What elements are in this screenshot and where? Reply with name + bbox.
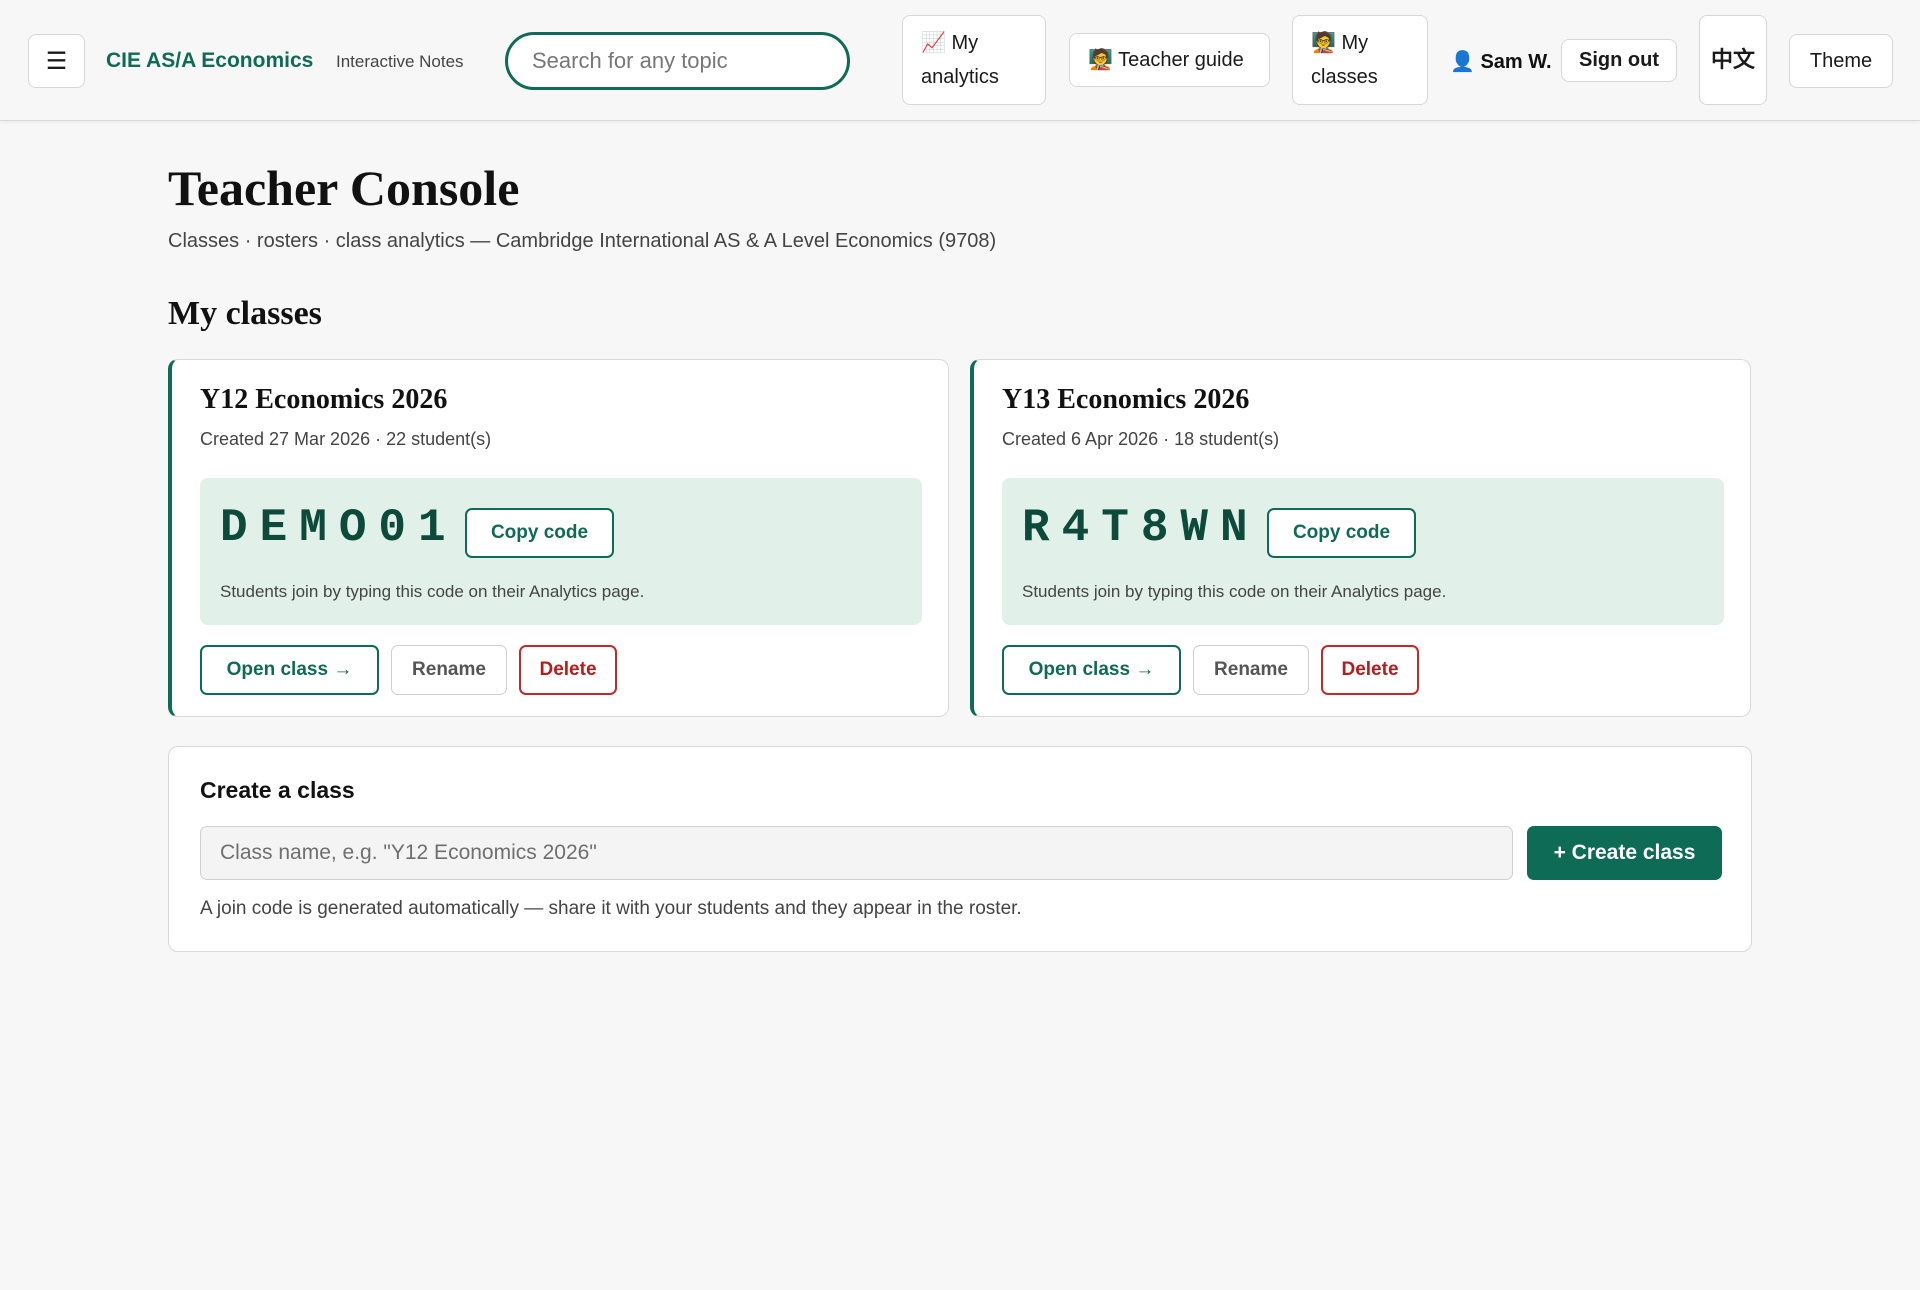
join-code-hint: Students join by typing this code on the…	[1022, 582, 1447, 601]
class-card: Y13 Economics 2026 Created 6 Apr 2026 · …	[970, 359, 1751, 717]
open-class-button[interactable]: Open class →	[1002, 645, 1181, 695]
join-code: DEMO01	[220, 502, 458, 554]
language-toggle-button[interactable]: 中文	[1699, 15, 1767, 105]
teacher-guide-button[interactable]: 🧑‍🏫 Teacher guide	[1069, 33, 1270, 87]
class-name: Y12 Economics 2026	[200, 384, 448, 415]
open-class-button[interactable]: Open class →	[200, 645, 379, 695]
rename-button[interactable]: Rename	[391, 645, 507, 695]
copy-code-button[interactable]: Copy code	[465, 508, 614, 558]
top-navigation-bar: ☰ CIE AS/A Economics Interactive Notes 📈…	[0, 0, 1920, 121]
create-class-title: Create a class	[200, 777, 355, 803]
section-title-my-classes: My classes	[168, 295, 322, 332]
class-meta: Created 27 Mar 2026 · 22 student(s)	[200, 429, 492, 449]
delete-button[interactable]: Delete	[519, 645, 617, 695]
create-class-panel: Create a class + Create class A join cod…	[168, 746, 1752, 952]
search-input[interactable]	[505, 32, 850, 90]
delete-button[interactable]: Delete	[1321, 645, 1419, 695]
class-name-input[interactable]	[200, 826, 1513, 880]
sign-out-button[interactable]: Sign out	[1561, 39, 1677, 82]
create-class-button[interactable]: + Create class	[1527, 826, 1722, 880]
page-subtitle: Classes · rosters · class analytics — Ca…	[168, 230, 997, 252]
user-name: 👤 Sam W.	[1450, 51, 1552, 73]
menu-icon[interactable]: ☰	[28, 34, 85, 88]
theme-button[interactable]: Theme	[1789, 34, 1893, 88]
copy-code-button[interactable]: Copy code	[1267, 508, 1416, 558]
brand-title[interactable]: CIE AS/A Economics	[106, 49, 313, 73]
create-class-hint: A join code is generated automatically —…	[200, 898, 1022, 919]
my-analytics-button[interactable]: 📈 My analytics	[902, 15, 1046, 105]
class-card: Y12 Economics 2026 Created 27 Mar 2026 ·…	[168, 359, 949, 717]
join-code-hint: Students join by typing this code on the…	[220, 582, 645, 601]
my-classes-button[interactable]: 🧑‍🏫 My classes	[1292, 15, 1428, 105]
page-title: Teacher Console	[168, 160, 520, 216]
class-name: Y13 Economics 2026	[1002, 384, 1250, 415]
join-code-box: DEMO01 Copy code Students join by typing…	[200, 478, 922, 625]
rename-button[interactable]: Rename	[1193, 645, 1309, 695]
brand-subtitle: Interactive Notes	[336, 52, 464, 71]
class-meta: Created 6 Apr 2026 · 18 student(s)	[1002, 429, 1280, 449]
join-code: R4T8WN	[1022, 502, 1260, 554]
join-code-box: R4T8WN Copy code Students join by typing…	[1002, 478, 1724, 625]
